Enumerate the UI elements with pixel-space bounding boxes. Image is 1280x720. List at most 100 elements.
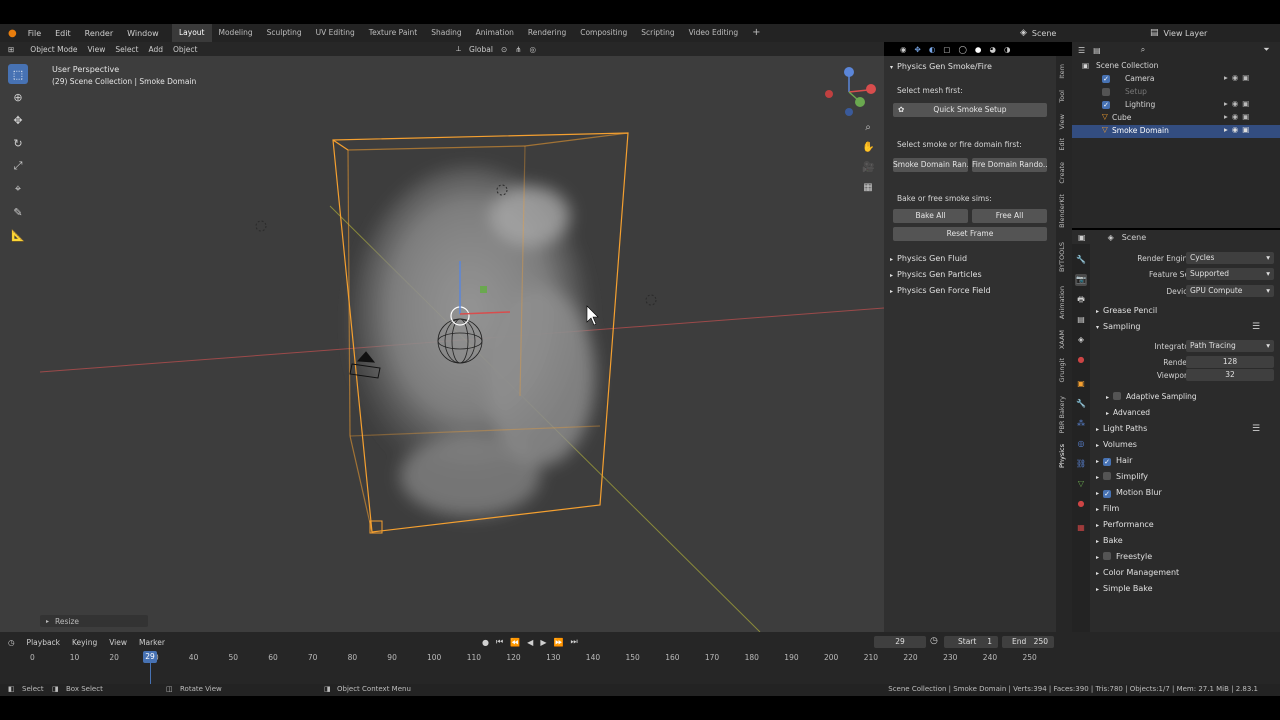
section-film[interactable]: ▸ Film <box>1096 504 1119 513</box>
jump-end-icon[interactable]: ⏭ <box>570 637 577 647</box>
orientation-dropdown[interactable]: Global <box>469 45 493 54</box>
object-mode-dropdown[interactable]: Object Mode <box>24 45 77 54</box>
menu-window[interactable]: Window <box>120 29 166 38</box>
ortho-grid-icon[interactable]: ▦ <box>862 182 874 196</box>
tab-texture-paint[interactable]: Texture Paint <box>362 24 424 42</box>
end-frame-field[interactable]: End 250 <box>1002 636 1054 648</box>
menu-marker[interactable]: Marker <box>139 638 165 647</box>
tab-sculpting[interactable]: Sculpting <box>260 24 309 42</box>
section-simple-bake[interactable]: ▸ Simple Bake <box>1096 584 1153 593</box>
list-icon[interactable]: ☰ <box>1252 322 1260 332</box>
select-box-icon[interactable]: ⬚ <box>8 64 28 84</box>
cursor-icon[interactable]: ⊕ <box>8 87 28 107</box>
tab-create[interactable]: Create <box>1058 162 1066 184</box>
menu-render[interactable]: Render <box>78 29 120 38</box>
render-engine-dropdown[interactable]: Cycles ▾ <box>1186 252 1274 264</box>
camera-view-icon[interactable]: 🎥 <box>862 162 874 176</box>
section-volumes[interactable]: ▸ Volumes <box>1096 440 1137 449</box>
section-hair[interactable]: ▸ ✓ Hair <box>1096 456 1132 466</box>
tab-blenderkit[interactable]: BlenderKit <box>1058 194 1066 228</box>
outliner-item-setup[interactable]: Setup <box>1072 86 1280 99</box>
panel-physics-gen-force-field[interactable]: ▸ Physics Gen Force Field <box>890 286 991 295</box>
physics-tab-icon[interactable]: ◎ <box>1075 438 1087 450</box>
shading-solid-icon[interactable]: ● <box>975 45 982 54</box>
timeline-ruler[interactable]: 0102030405060708090100110120130140150160… <box>0 651 1060 663</box>
tab-animation[interactable]: Animation <box>1058 286 1066 319</box>
tab-compositing[interactable]: Compositing <box>573 24 634 42</box>
shading-wire-icon[interactable]: ◯ <box>958 45 966 54</box>
section-motion-blur[interactable]: ▸ ✓ Motion Blur <box>1096 488 1162 498</box>
add-workspace-icon[interactable]: + <box>745 24 767 42</box>
last-operator-panel[interactable]: ▸ Resize <box>40 615 148 627</box>
measure-icon[interactable]: 📐 <box>8 225 28 245</box>
xray-icon[interactable]: ▢ <box>943 45 950 54</box>
checkbox-icon[interactable]: ✓ <box>1103 490 1112 498</box>
visibility-icons[interactable]: ▸◉▣ <box>1224 125 1253 134</box>
visibility-icons[interactable]: ▸◉▣ <box>1224 99 1253 108</box>
reset-frame-button[interactable]: Reset Frame <box>893 227 1047 241</box>
menu-edit[interactable]: Edit <box>48 29 78 38</box>
pivot-icon[interactable]: ⊙ <box>501 45 507 54</box>
checkbox-icon[interactable] <box>1103 472 1112 480</box>
proportional-edit-icon[interactable]: ◎ <box>530 45 537 54</box>
viewport-samples-field[interactable]: 32 <box>1186 369 1274 381</box>
section-light-paths[interactable]: ▸ Light Paths <box>1096 424 1147 433</box>
tab-item[interactable]: Item <box>1058 64 1066 79</box>
clock-icon[interactable]: ◷ <box>930 636 938 646</box>
menu-object[interactable]: Object <box>173 45 197 54</box>
navigation-gizmo[interactable] <box>825 67 876 116</box>
shading-material-icon[interactable]: ◕ <box>989 45 996 54</box>
annotate-icon[interactable]: ✎ <box>8 202 28 222</box>
tab-tool[interactable]: Tool <box>1058 90 1066 103</box>
render-samples-field[interactable]: 128 <box>1186 356 1274 368</box>
list-icon[interactable]: ☰ <box>1252 424 1260 434</box>
world-tab-icon[interactable]: ● <box>1075 354 1087 366</box>
editor-type-icon[interactable]: ◷ <box>8 638 15 647</box>
menu-view[interactable]: View <box>88 45 106 54</box>
section-freestyle[interactable]: ▸ Freestyle <box>1096 552 1152 561</box>
free-all-button[interactable]: Free All <box>972 209 1047 223</box>
bake-all-button[interactable]: Bake All <box>893 209 968 223</box>
section-color-management[interactable]: ▸ Color Management <box>1096 568 1179 577</box>
section-adaptive-sampling[interactable]: ▸ Adaptive Sampling <box>1106 392 1197 401</box>
editor-type-icon[interactable]: ⊞ <box>8 45 14 54</box>
scene-name[interactable]: Scene <box>1032 29 1056 38</box>
integrator-dropdown[interactable]: Path Tracing ▾ <box>1186 340 1274 352</box>
outliner-scene-collection[interactable]: ▣ Scene Collection <box>1072 60 1280 73</box>
tab-physics[interactable]: Physics <box>1058 444 1066 468</box>
display-mode-icon[interactable]: ▤ <box>1093 46 1101 55</box>
editor-type-icon[interactable]: ☰ <box>1078 46 1085 55</box>
visibility-icons[interactable]: ▸◉▣ <box>1224 112 1253 121</box>
shading-rendered-icon[interactable]: ◑ <box>1004 45 1011 54</box>
fire-domain-random-button[interactable]: Fire Domain Rando... <box>972 158 1047 172</box>
zoom-icon[interactable]: ⌕ <box>862 122 874 136</box>
checkbox-icon[interactable]: ✓ <box>1103 458 1112 466</box>
play-icon[interactable]: ▶ <box>540 638 546 647</box>
particles-tab-icon[interactable]: ⁂ <box>1075 418 1087 430</box>
checkbox-icon[interactable]: ✓ <box>1102 75 1110 83</box>
transform-icon[interactable]: ⌖ <box>8 179 28 199</box>
view-layer-tab-icon[interactable]: ▤ <box>1075 314 1087 326</box>
view-layer-name[interactable]: View Layer <box>1164 29 1208 38</box>
menu-select[interactable]: Select <box>115 45 138 54</box>
section-grease-pencil[interactable]: ▸ Grease Pencil <box>1096 306 1157 315</box>
tab-shading[interactable]: Shading <box>424 24 468 42</box>
rotate-icon[interactable]: ↻ <box>8 133 28 153</box>
play-reverse-icon[interactable]: ◀ <box>527 638 533 647</box>
gizmo-icon[interactable]: ✥ <box>915 45 921 54</box>
blender-logo-icon[interactable]: ● <box>4 28 21 39</box>
constraints-tab-icon[interactable]: ⛓ <box>1075 458 1087 470</box>
checkbox-icon[interactable] <box>1103 552 1112 560</box>
object-tab-icon[interactable]: ▣ <box>1075 378 1087 390</box>
visibility-icon[interactable]: ◉ <box>900 45 907 54</box>
section-sampling[interactable]: ▾ Sampling <box>1096 322 1140 331</box>
light-object-3[interactable] <box>645 294 657 306</box>
checkbox-icon[interactable] <box>1113 392 1122 400</box>
tab-scripting[interactable]: Scripting <box>634 24 681 42</box>
move-icon[interactable]: ✥ <box>8 110 28 130</box>
search-icon[interactable]: ⌕ <box>1141 45 1145 55</box>
tab-bytools[interactable]: BYTOOLS <box>1058 242 1066 272</box>
outliner-item-smoke-domain[interactable]: ▽ Smoke Domain ▸◉▣ <box>1072 125 1280 138</box>
outliner-item-lighting[interactable]: ✓ Lighting ▸◉▣ <box>1072 99 1280 112</box>
current-frame-field[interactable]: 29 <box>874 636 926 648</box>
